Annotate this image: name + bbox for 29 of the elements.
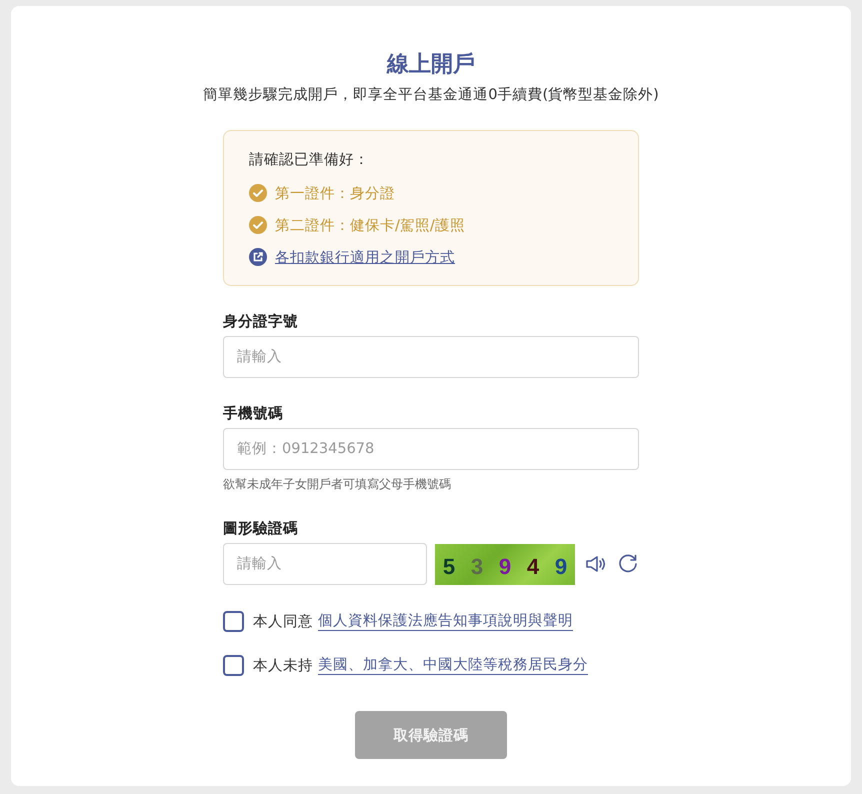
check-circle-icon [249, 216, 267, 234]
input-field[interactable]: 請輸入 [223, 336, 639, 378]
bank-methods-link[interactable]: 各扣款銀行適用之開戶方式 [275, 248, 455, 266]
requirement-text: 第二證件：健保卡/駕照/護照 [275, 216, 465, 234]
field-label: 手機號碼 [223, 404, 284, 424]
agreement-link[interactable]: 美國、加拿大、中國大陸等稅務居民身分 [318, 655, 588, 675]
input-field[interactable]: 請輸入 [223, 543, 427, 585]
page-subtitle: 簡單幾步驟完成開戶，即享全平台基金通通0手續費(貨幣型基金除外) [203, 86, 659, 105]
requirement-text: 第一證件：身分證 [275, 184, 395, 202]
checkbox[interactable] [223, 654, 244, 676]
captcha-digit: 9 [554, 554, 568, 580]
page-title: 線上開戶 [387, 51, 475, 79]
notice-heading: 請確認已準備好： [249, 151, 370, 170]
check-circle-icon [249, 184, 267, 202]
agreement-text: 本人同意 [253, 612, 313, 630]
external-link-icon [249, 248, 267, 266]
speaker-icon[interactable] [585, 553, 607, 575]
refresh-icon[interactable] [617, 553, 639, 575]
checkbox[interactable] [223, 610, 244, 632]
field-label: 圖形驗證碼 [223, 520, 299, 539]
agreement-link[interactable]: 個人資料保護法應告知事項說明與聲明 [318, 611, 573, 631]
input-field[interactable]: 範例：0912345678 [223, 428, 639, 470]
captcha-digit: 4 [526, 554, 540, 580]
field-label: 身分證字號 [223, 312, 299, 332]
captcha-digit: 9 [498, 554, 512, 580]
captcha-digit: 3 [470, 554, 484, 580]
agreement-text: 本人未持 [253, 656, 313, 674]
captcha-digit: 5 [442, 554, 456, 580]
field-hint: 欲幫未成年子女開戶者可填寫父母手機號碼 [223, 476, 452, 493]
